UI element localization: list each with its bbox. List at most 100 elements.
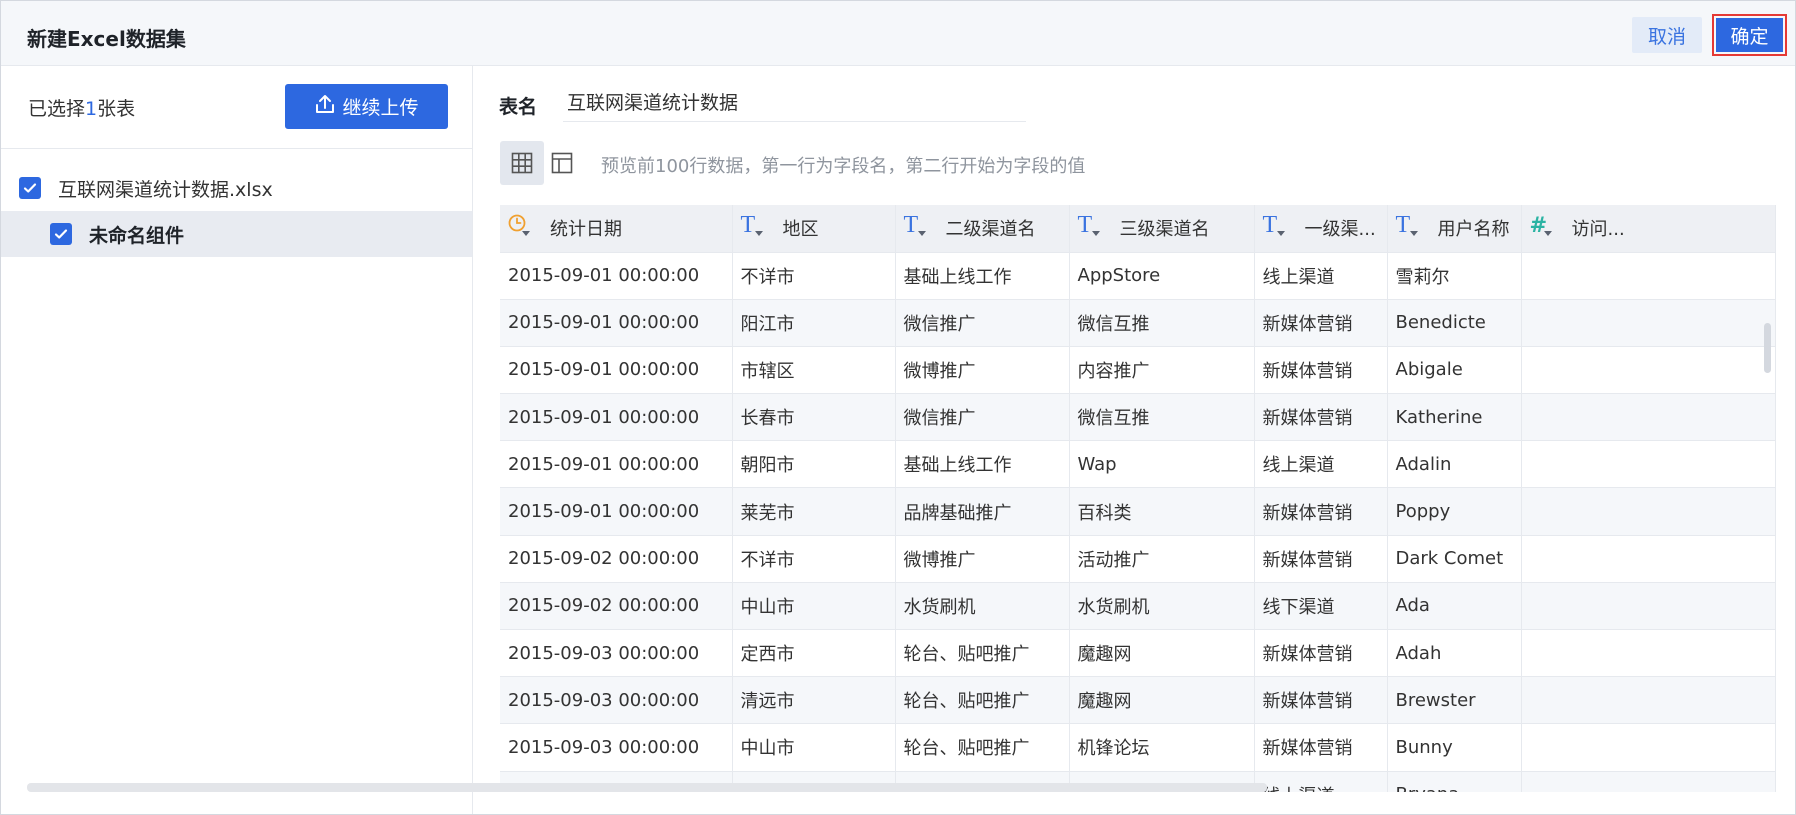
table-cell: 轮台、贴吧推广	[895, 676, 1070, 725]
cancel-button[interactable]: 取消	[1632, 17, 1702, 53]
left-divider	[1, 148, 473, 149]
table-cell: 2015-09-03 00:00:00	[500, 629, 733, 678]
clock-icon[interactable]	[508, 213, 538, 243]
table-row[interactable]: 2015-09-03 00:00:00 中山市 轮台、贴吧推广 机锋论坛 新媒体营销 Bu…	[500, 723, 1776, 772]
table-cell: 魔趣网	[1069, 676, 1255, 725]
text-type-icon[interactable]: T	[1263, 213, 1293, 243]
table-cell: 市辖区	[732, 346, 896, 395]
column-header[interactable]: T 二级渠道名	[895, 205, 1070, 253]
grid-icon	[511, 152, 533, 174]
table-cell: 线上渠道	[1254, 440, 1388, 489]
sheet-checkbox[interactable]	[50, 223, 72, 245]
grid-view-button[interactable]	[500, 141, 544, 185]
table-cell: Dark Comet	[1387, 535, 1522, 583]
table-row[interactable]: 2015-09-02 00:00:00 不详市 微博推广 活动推广 新媒体营销 Dark …	[500, 535, 1776, 583]
table-cell: 微博推广	[895, 346, 1070, 395]
table-cell: 微信互推	[1069, 393, 1255, 442]
table-cell: 基础上线工作	[895, 252, 1070, 300]
vertical-scrollbar[interactable]	[1764, 323, 1771, 373]
table-cell	[1521, 676, 1776, 725]
table-cell: 新媒体营销	[1254, 535, 1388, 583]
table-cell	[1521, 393, 1776, 442]
text-type-icon[interactable]: T	[1078, 213, 1108, 243]
text-type-icon[interactable]: T	[741, 213, 771, 243]
table-cell: Bryana	[1387, 771, 1522, 792]
table-cell: 阳江市	[732, 299, 896, 347]
text-type-icon[interactable]: T	[1396, 213, 1426, 243]
column-header[interactable]: # 访问...	[1521, 205, 1776, 253]
preview-table-container: 统计日期 T 地区 T 二级渠道名 T 三级渠道名 T 一级渠... T 用户名…	[500, 205, 1795, 792]
table-row[interactable]: 2015-09-02 00:00:00 中山市 水货刷机 水货刷机 线下渠道 Ada	[500, 582, 1776, 631]
table-cell	[1521, 252, 1776, 300]
check-icon	[54, 229, 68, 239]
right-panel: 表名 预览前100行数据，第一行为字段名，第二行开始为字段的值	[474, 66, 1795, 814]
number-type-icon[interactable]: #	[1530, 213, 1560, 243]
table-cell: 轮台、贴吧推广	[895, 723, 1070, 772]
table-row[interactable]: 2015-09-01 00:00:00 莱芜市 品牌基础推广 百科类 新媒体营销 Popp…	[500, 487, 1776, 536]
table-cell: 内容推广	[1069, 346, 1255, 395]
table-row[interactable]: 2015-09-01 00:00:00 阳江市 微信推广 微信互推 新媒体营销 Bened…	[500, 299, 1776, 347]
layout-view-button[interactable]	[540, 141, 584, 185]
preview-table: 统计日期 T 地区 T 二级渠道名 T 三级渠道名 T 一级渠... T 用户名…	[500, 205, 1776, 792]
table-row[interactable]: 2015-09-01 00:00:00 不详市 基础上线工作 AppStore 线上渠道…	[500, 252, 1776, 300]
table-cell: 机锋论坛	[1069, 723, 1255, 772]
table-cell: 微信互推	[1069, 299, 1255, 347]
column-header[interactable]: T 用户名称	[1387, 205, 1522, 253]
table-cell: AppStore	[1069, 252, 1255, 300]
column-header[interactable]: 统计日期	[500, 205, 733, 253]
column-header-label: 三级渠道名	[1119, 219, 1210, 241]
table-row[interactable]: 2015-09-01 00:00:00 长春市 微信推广 微信互推 新媒体营销 Kathe…	[500, 393, 1776, 442]
continue-upload-button[interactable]: 继续上传	[285, 84, 448, 129]
column-header[interactable]: T 三级渠道名	[1069, 205, 1255, 253]
tree-item-sheet[interactable]: 未命名组件	[1, 211, 472, 257]
table-cell	[1521, 346, 1776, 395]
table-cell: Katherine	[1387, 393, 1522, 442]
text-type-icon[interactable]: T	[904, 213, 934, 243]
column-header-label: 二级渠道名	[945, 219, 1036, 241]
check-icon	[23, 183, 37, 193]
horizontal-scrollbar[interactable]	[27, 783, 1267, 792]
confirm-button[interactable]: 确定	[1716, 18, 1783, 52]
table-cell: 新媒体营销	[1254, 393, 1388, 442]
table-row[interactable]: 2015-09-03 00:00:00 定西市 轮台、贴吧推广 魔趣网 新媒体营销 Ada…	[500, 629, 1776, 678]
table-row[interactable]: 2015-09-03 00:00:00 清远市 轮台、贴吧推广 魔趣网 新媒体营销 Bre…	[500, 676, 1776, 725]
table-cell	[1521, 771, 1776, 792]
table-cell	[1521, 487, 1776, 536]
table-row[interactable]: 2015-09-01 00:00:00 朝阳市 基础上线工作 Wap 线上渠道 Adali…	[500, 440, 1776, 489]
table-row[interactable]: 2015-09-01 00:00:00 市辖区 微博推广 内容推广 新媒体营销 Abiga…	[500, 346, 1776, 395]
table-cell: Adalin	[1387, 440, 1522, 489]
table-cell: 线下渠道	[1254, 582, 1388, 631]
dialog-title: 新建Excel数据集	[27, 27, 186, 51]
table-cell: 2015-09-02 00:00:00	[500, 582, 733, 631]
table-cell	[1521, 299, 1776, 347]
column-header[interactable]: T 地区	[732, 205, 896, 253]
table-cell: 中山市	[732, 582, 896, 631]
table-name-input[interactable]	[563, 82, 1026, 122]
table-cell: 中山市	[732, 723, 896, 772]
table-name-label: 表名	[499, 96, 538, 118]
table-cell: 新媒体营销	[1254, 299, 1388, 347]
table-cell: 清远市	[732, 676, 896, 725]
table-cell: 2015-09-01 00:00:00	[500, 252, 733, 300]
column-header-label: 用户名称	[1437, 219, 1510, 241]
column-header-label: 一级渠...	[1304, 219, 1376, 241]
table-cell: Wap	[1069, 440, 1255, 489]
column-header[interactable]: T 一级渠...	[1254, 205, 1388, 253]
table-cell: Abigale	[1387, 346, 1522, 395]
table-cell: 新媒体营销	[1254, 676, 1388, 725]
table-cell: 基础上线工作	[895, 440, 1070, 489]
tree-item-file[interactable]: 互联网渠道统计数据.xlsx	[1, 165, 472, 211]
table-cell	[1521, 629, 1776, 678]
table-cell: Ada	[1387, 582, 1522, 631]
upload-icon	[314, 93, 336, 120]
table-cell: Brewster	[1387, 676, 1522, 725]
confirm-button-focus-frame: 确定	[1712, 14, 1787, 56]
table-cell: 微信推广	[895, 299, 1070, 347]
column-header-label: 地区	[782, 219, 819, 241]
table-cell: Adah	[1387, 629, 1522, 678]
table-cell	[1521, 582, 1776, 631]
table-cell: 水货刷机	[1069, 582, 1255, 631]
file-checkbox[interactable]	[19, 177, 41, 199]
table-cell: 2015-09-01 00:00:00	[500, 346, 733, 395]
table-cell: 微博推广	[895, 535, 1070, 583]
